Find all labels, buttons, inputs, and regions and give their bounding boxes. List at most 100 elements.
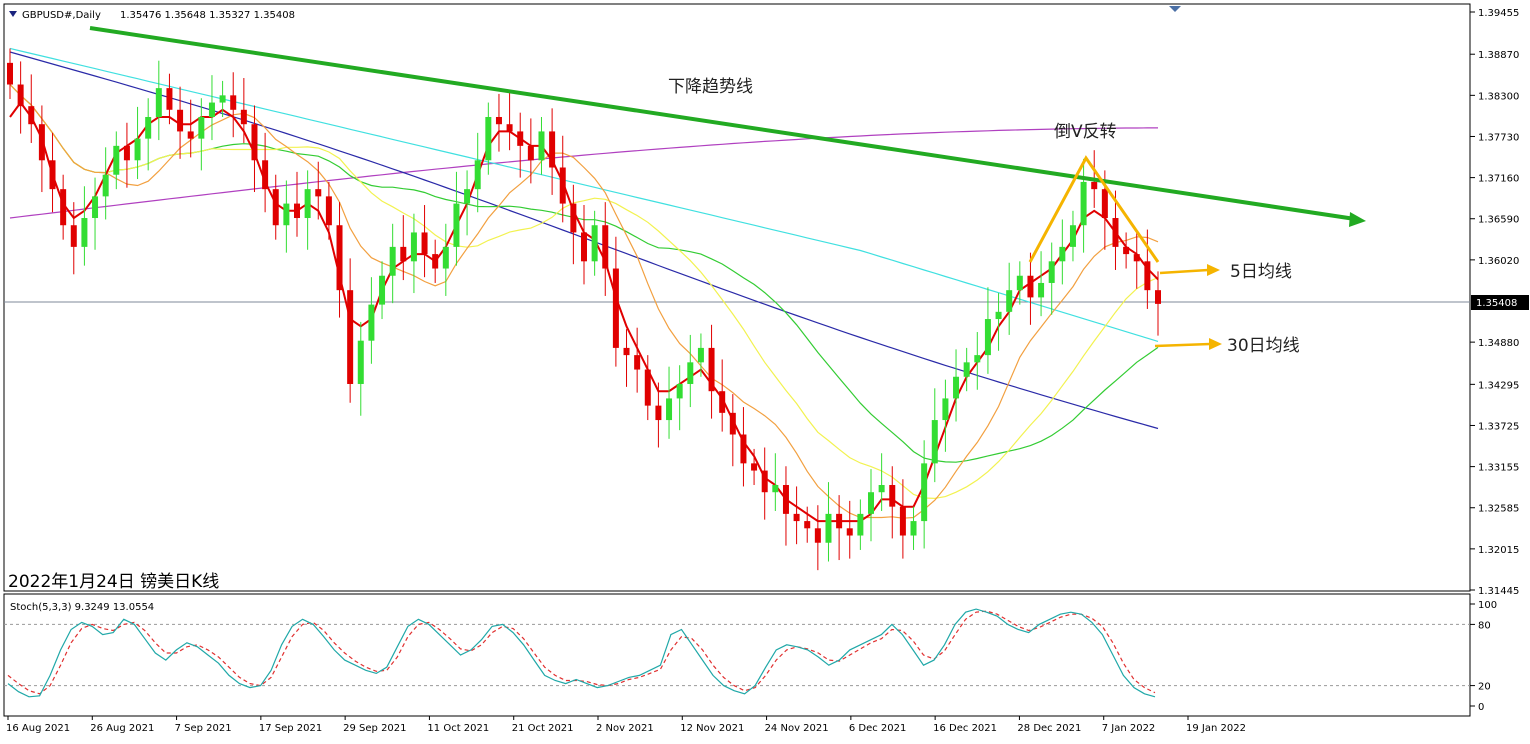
price-tick-label: 1.33725 [1478,421,1519,432]
candle-body [1038,282,1045,298]
ma200-line [9,127,1158,219]
candle-body [804,521,811,529]
ma5-pointer-head [1207,264,1220,276]
candle-body [432,254,439,269]
date-tick-label: 16 Dec 2021 [933,723,997,734]
candle-body [495,116,502,125]
candle-body [963,362,970,377]
downtrend-label: 下降趋势线 [668,77,753,97]
candle-body [166,88,173,110]
ma120-line [9,47,1159,342]
price-tick-label: 1.33155 [1478,463,1519,474]
candle-body [527,145,534,161]
candle-body [113,145,120,175]
candle-body [1091,181,1098,190]
date-tick-label: 17 Sep 2021 [259,723,322,734]
candle-body [262,160,269,190]
candle-body [889,485,896,507]
candle-body [687,362,694,384]
candle-body [761,470,768,493]
candle-body [421,232,428,255]
date-tick-label: 7 Sep 2021 [175,723,232,734]
candle-body [814,528,821,543]
candle-body [1059,246,1066,262]
candle-body [708,347,715,392]
symbol-dropdown-icon[interactable] [9,11,17,17]
price-tick-label: 1.37730 [1478,132,1519,143]
date-tick-label: 6 Dec 2021 [849,723,907,734]
candle-body [1101,189,1108,219]
stochastic-oscillator: 100 80 20 0 [4,600,1497,713]
date-tick-label: 28 Dec 2021 [1017,723,1081,734]
candlesticks [7,48,1161,571]
candle-body [506,124,513,132]
candle-body [602,225,609,269]
candle-body [325,196,332,226]
price-tick-label: 1.34295 [1478,380,1519,391]
candle-body [400,246,407,262]
candle-body [559,167,566,204]
candle-body [17,84,24,107]
current-price-tag-text: 1.35408 [1476,298,1517,309]
ma10-line [9,84,1159,519]
candle-body [825,513,832,543]
stoch-tick-label: 100 [1478,600,1497,611]
candle-body [549,131,556,168]
candle-body [38,124,45,161]
candle-body [719,391,726,413]
price-tick-label: 1.38870 [1478,50,1519,61]
candle-body [81,218,88,247]
candle-body [868,492,874,514]
price-tick-label: 1.37160 [1478,174,1519,185]
candle-body [772,485,779,493]
candle-body [464,189,471,204]
candle-body [1027,275,1034,298]
date-tick-label: 21 Oct 2021 [512,723,574,734]
candle-body [931,420,938,464]
candle-body [644,369,651,406]
candle-body [1123,246,1130,255]
stoch-tick-label: 20 [1478,682,1491,693]
inverted-v-label: 倒V反转 [1054,122,1117,142]
price-tick-label: 1.34880 [1478,338,1519,349]
candle-body [336,225,343,291]
symbol-label: GBPUSD#,Daily [22,10,101,21]
date-tick-label: 2 Nov 2021 [596,723,654,734]
candle-body [782,485,789,514]
candle-body [612,268,619,348]
candle-body [538,131,545,161]
candle-body [676,383,683,399]
candle-body [283,203,290,226]
candle-body [453,203,460,247]
candle-body [70,225,77,247]
candle-body [846,528,853,536]
candle-body [155,88,162,117]
candle-body [921,463,928,522]
candle-body [379,275,386,305]
candle-body [219,95,226,103]
candle-body [751,463,758,471]
candle-body [517,131,524,146]
candle-body [230,95,237,110]
price-tick-label: 1.31445 [1478,586,1519,597]
date-tick-label: 19 Jan 2022 [1186,723,1246,734]
candle-body [1155,290,1161,304]
candle-body [793,513,800,522]
candle-body [92,196,99,219]
ma30-label: 30日均线 [1227,336,1300,356]
scroll-marker-icon[interactable] [1169,6,1181,12]
candle-body [389,246,396,276]
candle-body [368,304,375,341]
candle-body [1016,275,1023,291]
candle-body [857,513,864,536]
candle-body [315,189,322,197]
date-tick-label: 24 Nov 2021 [765,723,829,734]
candle-body [1133,254,1140,262]
price-tick-label: 1.32015 [1478,545,1519,556]
candle-body [240,109,247,125]
stoch-panel-frame [3,593,1471,717]
date-tick-label: 11 Oct 2021 [427,723,489,734]
candle-body [347,290,354,384]
price-tick-label: 1.36020 [1478,256,1519,267]
candle-body [198,116,205,139]
